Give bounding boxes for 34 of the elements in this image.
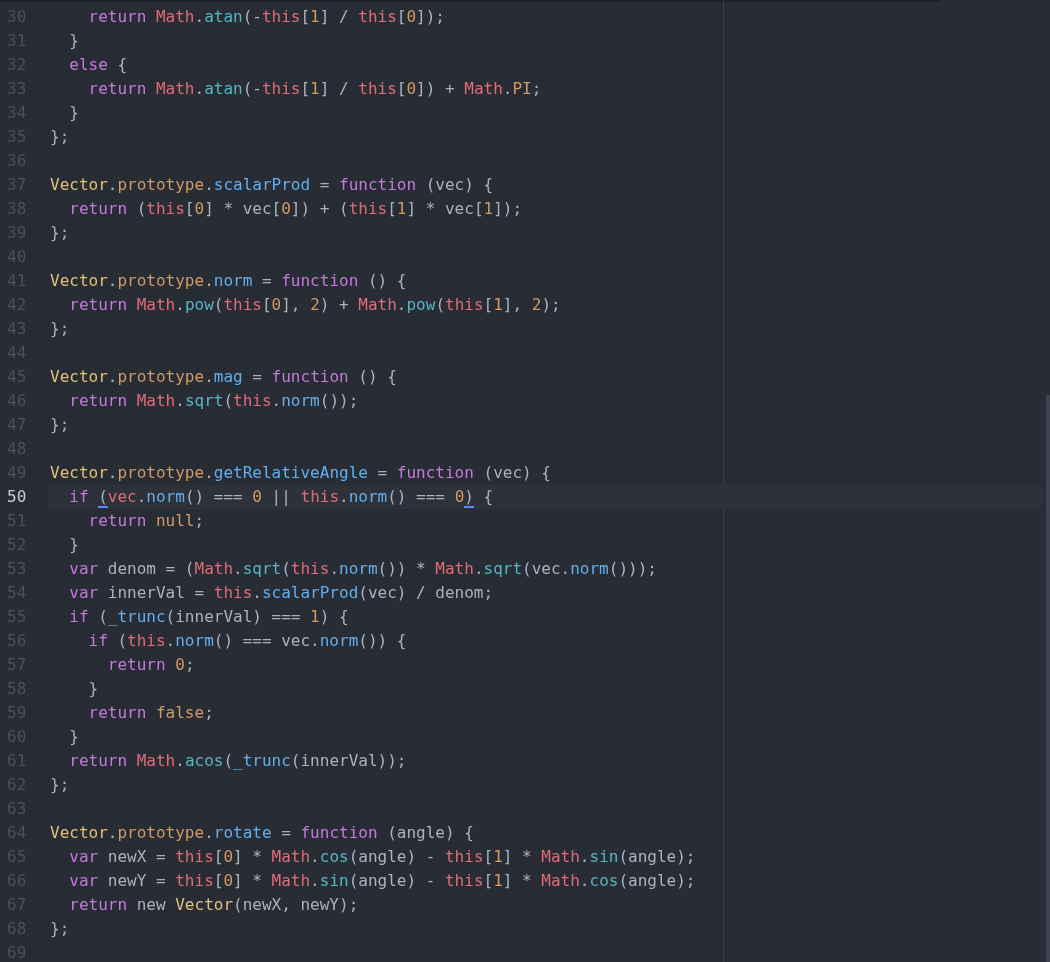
code-line: Vector.prototype.norm = function () { [49, 270, 408, 292]
code-line: } [68, 30, 80, 52]
code-line: Vector.prototype.scalarProd = function (vec) { [49, 174, 495, 196]
code-line: }; [49, 774, 71, 796]
code-line: } [87, 678, 100, 700]
code-line: return new Vector(newX, newY); [68, 894, 360, 916]
code-line: return Math.pow(this[0], 2) + Math.pow(this[1], 2); [68, 294, 562, 316]
code-line: if (_trunc(innerVal) === 1) { [68, 606, 350, 628]
code-line: Vector.prototype.mag = function () { [49, 366, 398, 388]
code-line: var denom = (Math.sqrt(this.norm()) * Math.sqrt(vec.norm())); [68, 558, 658, 580]
code-line: return Math.atan(-this[1] / this[0]) + Math.PI; [87, 78, 543, 100]
code-line: else { [68, 54, 129, 76]
code-line: var newX = this[0] * Math.cos(angle) - this[1] * Math.sin(angle); [68, 846, 697, 868]
code-line: } [68, 726, 80, 748]
line-number: 50 [7, 486, 27, 508]
code-line: return Math.acos(_trunc(innerVal)); [68, 750, 408, 772]
code-line: }; [49, 918, 71, 940]
code-line: return Math.atan(-this[1] / this[0]); [87, 6, 446, 28]
code-line: return 0; [106, 654, 196, 676]
code-line: } [68, 534, 80, 556]
code-line: if (this.norm() === vec.norm()) { [87, 630, 408, 652]
code-line: }; [49, 318, 71, 340]
code-line: return null; [87, 510, 206, 532]
code-line: Vector.prototype.rotate = function (angle) { [49, 822, 475, 844]
code-line: var innerVal = this.scalarProd(vec) / denom; [68, 582, 495, 604]
code-line: Vector.prototype.getRelativeAngle = function (vec) { [49, 462, 552, 484]
code-line: }; [49, 414, 71, 436]
code-line: return (this[0] * vec[0]) + (this[1] * vec[1]); [68, 198, 524, 220]
code-line: var newY = this[0] * Math.sin(angle) - this[1] * Math.cos(angle); [68, 870, 697, 892]
code-line: return false; [87, 702, 215, 724]
code-line: }; [49, 222, 71, 244]
code-line: return Math.sqrt(this.norm()); [68, 390, 360, 412]
code-line: } [68, 102, 80, 124]
code-line: }; [49, 126, 71, 148]
